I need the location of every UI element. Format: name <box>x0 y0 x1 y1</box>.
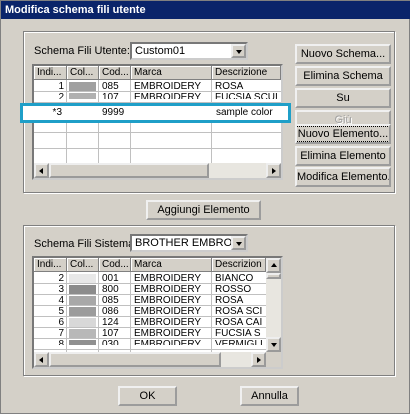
swatch-fill <box>69 285 96 294</box>
column-header-description[interactable]: Descrizione <box>212 66 281 80</box>
swatch-fill <box>69 329 96 338</box>
color-swatch <box>67 339 99 345</box>
row-code: 9999 <box>102 107 125 118</box>
row-brand: EMBROIDERY <box>134 81 202 92</box>
column-divider <box>98 272 99 352</box>
move-up-button[interactable]: Su <box>295 88 391 108</box>
system-scheme-combo[interactable]: BROTHER EMBROIDI <box>130 234 248 252</box>
scroll-thumb[interactable] <box>49 163 209 178</box>
color-swatch <box>67 81 99 92</box>
row-divider <box>34 349 266 350</box>
cancel-button[interactable]: Annulla <box>240 386 299 406</box>
scroll-thumb[interactable] <box>266 273 281 279</box>
scroll-left-icon[interactable] <box>34 352 49 367</box>
column-header-index[interactable]: Indi... <box>34 66 67 80</box>
column-header-code[interactable]: Cod... <box>99 258 131 272</box>
row-index: *3 <box>52 107 62 118</box>
row-code: 107 <box>102 92 119 99</box>
user-scheme-combo-value: Custom01 <box>135 45 186 57</box>
column-header-color[interactable]: Col... <box>67 258 99 272</box>
system-scheme-label: Schema Fili Sistema: <box>34 238 138 250</box>
row-index: 1 <box>58 81 64 92</box>
scroll-left-icon[interactable] <box>34 163 49 178</box>
delete-element-button[interactable]: Elimina Elemento <box>295 146 391 166</box>
new-scheme-button[interactable]: Nuovo Schema... <box>295 44 391 64</box>
system-list-vscrollbar[interactable] <box>266 258 281 352</box>
swatch-fill <box>69 296 96 305</box>
color-swatch <box>67 92 99 99</box>
chevron-down-icon[interactable] <box>231 236 246 250</box>
column-header-color[interactable]: Col... <box>67 66 99 80</box>
row-description: VERMIGLI <box>215 339 263 345</box>
column-header-index[interactable]: Indi... <box>34 258 67 272</box>
user-scheme-label: Schema Fili Utente: <box>34 45 130 57</box>
column-header-code[interactable]: Cod... <box>99 66 131 80</box>
scroll-right-icon[interactable] <box>266 163 281 178</box>
column-header-description[interactable]: Descrizion <box>212 258 266 272</box>
scroll-right-icon[interactable] <box>251 352 266 367</box>
dialog-title: Modifica schema fili utente <box>1 1 410 19</box>
add-element-button[interactable]: Aggiungi Elemento <box>146 200 261 220</box>
column-divider <box>66 272 67 352</box>
user-scheme-combo[interactable]: Custom01 <box>130 42 248 60</box>
column-divider <box>211 272 212 352</box>
chevron-down-icon[interactable] <box>231 44 246 58</box>
system-thread-list[interactable]: Indi... Col... Cod... Marca Descrizion 2… <box>32 256 283 369</box>
new-element-button[interactable]: Nuovo Elemento... <box>295 124 391 144</box>
row-code: 030 <box>102 339 119 345</box>
system-list-hscrollbar[interactable] <box>34 352 266 367</box>
delete-scheme-button[interactable]: Elimina Schema <box>295 66 391 86</box>
modifica-schema-dialog: Modifica schema fili utente Schema Fili … <box>0 0 410 414</box>
ok-button[interactable]: OK <box>118 386 177 406</box>
new-element-label: Nuovo Elemento... <box>297 126 389 142</box>
scroll-thumb[interactable] <box>49 352 221 367</box>
row-code: 085 <box>102 81 119 92</box>
system-list-header: Indi... Col... Cod... Marca Descrizion <box>34 258 266 272</box>
swatch-fill <box>69 274 96 283</box>
row-index: 2 <box>58 92 64 99</box>
column-header-brand[interactable]: Marca <box>131 66 212 80</box>
table-row[interactable]: 1 085 EMBROIDERY ROSA <box>34 81 281 92</box>
row-description: ROSA <box>215 81 244 92</box>
column-divider <box>130 272 131 352</box>
selected-thread-row[interactable]: *3 9999 sample color <box>20 103 291 123</box>
row-brand: EMBROIDERY <box>134 92 202 99</box>
row-index: 8 <box>58 339 64 345</box>
column-header-brand[interactable]: Marca <box>131 258 212 272</box>
user-list-hscrollbar[interactable] <box>34 163 281 178</box>
swatch-fill <box>69 340 96 345</box>
row-brand <box>133 106 213 120</box>
swatch-fill <box>69 318 96 327</box>
scroll-up-icon[interactable] <box>266 258 281 273</box>
scrollbar-corner <box>266 352 281 367</box>
table-row[interactable]: 8 030 EMBROIDERY VERMIGLI <box>34 339 266 345</box>
scroll-down-icon[interactable] <box>266 337 281 352</box>
table-row[interactable]: 2 107 EMBROIDERY FUCSIA SCUI <box>34 92 281 99</box>
row-description: sample color <box>216 107 273 118</box>
user-list-header: Indi... Col... Cod... Marca Descrizione <box>34 66 281 80</box>
row-description: FUCSIA SCUI <box>215 92 278 99</box>
color-swatch <box>65 106 99 120</box>
row-brand: EMBROIDERY <box>134 339 202 345</box>
swatch-fill <box>69 82 96 91</box>
modify-element-button[interactable]: Modifica Elemento... <box>295 167 391 187</box>
swatch-fill <box>69 93 96 99</box>
swatch-fill <box>69 307 96 316</box>
system-scheme-combo-value: BROTHER EMBROIDI <box>135 237 247 249</box>
